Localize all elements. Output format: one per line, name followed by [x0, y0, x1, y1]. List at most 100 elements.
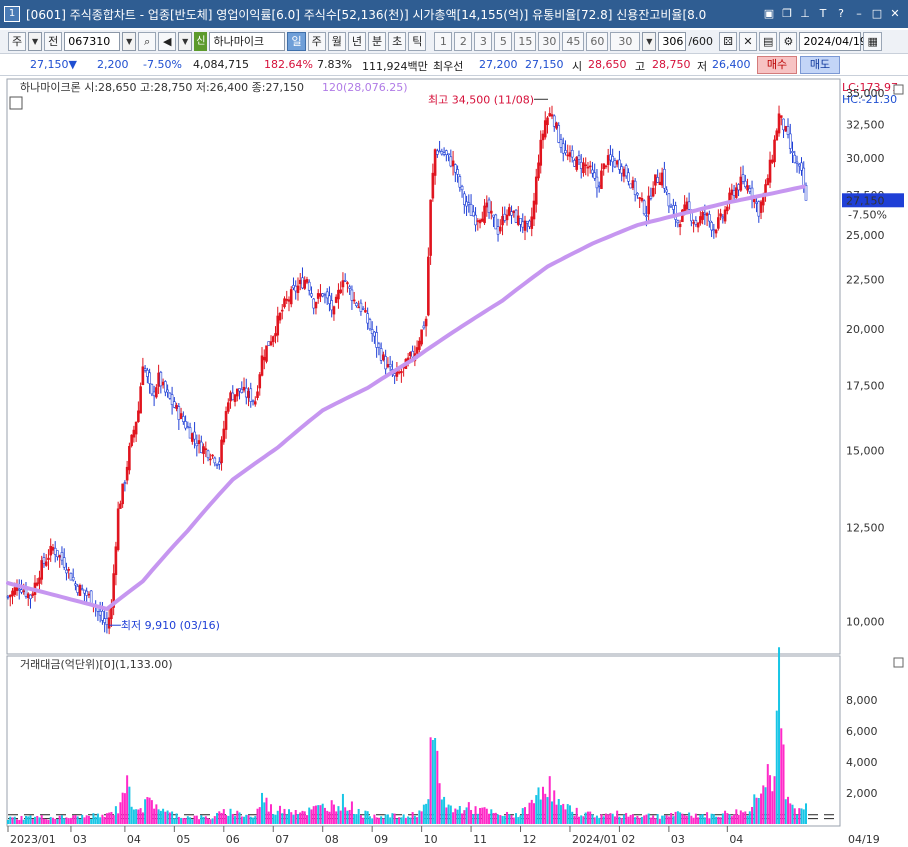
- volume-bar: [629, 814, 632, 824]
- candle-body: [80, 588, 84, 591]
- save-icon[interactable]: ▤: [759, 32, 778, 51]
- interval-5[interactable]: 5: [494, 32, 513, 51]
- volume-bar: [54, 818, 57, 824]
- minimize-icon[interactable]: –: [852, 7, 866, 21]
- close-icon[interactable]: ✕: [888, 7, 902, 21]
- period-week[interactable]: 주: [307, 32, 326, 51]
- price-axis-tick: 30,000: [846, 152, 885, 165]
- candle-body: [543, 120, 547, 138]
- period-tick[interactable]: 틱: [408, 32, 427, 51]
- chevron-down-icon[interactable]: ▼: [642, 32, 657, 51]
- calendar-icon[interactable]: ▦: [863, 32, 882, 51]
- candle-body: [150, 384, 154, 395]
- crosshair-icon[interactable]: ✕: [739, 32, 758, 51]
- volume-bar: [584, 812, 587, 824]
- stock-chart[interactable]: 하나마이크론 시:28,650 고:28,750 저:26,400 종:27,1…: [0, 77, 908, 847]
- grid-toggle-icon[interactable]: [9, 96, 23, 110]
- candle-body: [116, 508, 120, 550]
- interval-30[interactable]: 30: [538, 32, 561, 51]
- volume-bar: [249, 816, 252, 824]
- volume-bar: [42, 818, 45, 824]
- candle-body: [47, 557, 50, 560]
- search-icon[interactable]: ⌕: [138, 32, 157, 51]
- date-input[interactable]: 2024/04/19: [799, 32, 867, 51]
- pin-icon[interactable]: ⊥: [798, 7, 812, 21]
- panel-collapse-icon[interactable]: [893, 84, 904, 95]
- volume-bar: [564, 809, 567, 824]
- volume-bar: [744, 811, 747, 824]
- period-minute[interactable]: 분: [367, 32, 387, 51]
- candle-body: [440, 151, 444, 155]
- gear-icon[interactable]: ⚙: [779, 32, 798, 51]
- font-size-icon[interactable]: T: [816, 7, 830, 21]
- interval-1[interactable]: 1: [434, 32, 453, 51]
- volume-bar: [463, 810, 466, 824]
- save-layout-icon[interactable]: ▣: [762, 7, 776, 21]
- period-year[interactable]: 년: [347, 32, 366, 51]
- count-input[interactable]: 306: [658, 32, 687, 51]
- volume-bar: [521, 808, 524, 824]
- market-select[interactable]: 주: [8, 32, 27, 51]
- candle-body: [568, 152, 572, 157]
- volume-bar: [438, 783, 441, 824]
- candle-body: [251, 400, 255, 402]
- volume-bar: [346, 810, 349, 824]
- interval-3[interactable]: 3: [474, 32, 493, 51]
- candle-body: [701, 211, 704, 220]
- volume-bar: [683, 815, 686, 824]
- help-icon[interactable]: ?: [834, 7, 848, 21]
- candle-body: [22, 590, 26, 593]
- candle-body: [782, 118, 785, 131]
- candle-body: [748, 188, 752, 192]
- price-axis-tick: 20,000: [846, 323, 885, 336]
- stock-code-input[interactable]: 067310: [64, 32, 121, 51]
- chevron-down-icon[interactable]: ▼: [28, 32, 43, 51]
- volume-bar: [800, 808, 803, 824]
- candle-settings-icon[interactable]: ⚄: [719, 32, 738, 51]
- maximize-icon[interactable]: □: [870, 7, 884, 21]
- period-month[interactable]: 월: [327, 32, 346, 51]
- volume-bar: [123, 793, 126, 824]
- volume-bar: [256, 808, 259, 824]
- interval-45[interactable]: 45: [562, 32, 585, 51]
- candle-body: [588, 165, 592, 168]
- candle-body: [40, 560, 44, 580]
- candle-body: [177, 406, 181, 420]
- candle-body: [784, 126, 788, 132]
- candle-body: [314, 302, 318, 309]
- volume-bar: [276, 810, 279, 824]
- candle-body: [570, 150, 574, 158]
- volume-bar: [389, 817, 392, 824]
- prev-button[interactable]: 전: [44, 32, 63, 51]
- volume-bar: [353, 814, 356, 824]
- volume-bar: [739, 810, 742, 824]
- period-second[interactable]: 초: [388, 32, 407, 51]
- stock-name-field[interactable]: 하나마이크: [209, 32, 286, 51]
- sell-button[interactable]: 매도: [800, 56, 840, 74]
- chart-canvas[interactable]: 하나마이크론 시:28,650 고:28,750 저:26,400 종:27,1…: [0, 77, 908, 847]
- chevron-down-icon[interactable]: ▼: [122, 32, 137, 51]
- volume-bar: [24, 815, 27, 824]
- period-day[interactable]: 일: [287, 32, 306, 51]
- candle-body: [741, 174, 745, 182]
- candle-body: [242, 386, 246, 391]
- panel-collapse-icon[interactable]: [893, 657, 904, 668]
- candle-body: [400, 371, 403, 374]
- chevron-down-icon[interactable]: ▼: [178, 32, 193, 51]
- buy-button[interactable]: 매수: [757, 56, 797, 74]
- volume-bar: [18, 819, 21, 824]
- x-axis-tick: 09: [374, 833, 388, 846]
- interval-2[interactable]: 2: [454, 32, 473, 51]
- candle-body: [530, 216, 534, 229]
- candle-body: [519, 218, 522, 225]
- volume-bar: [350, 801, 353, 824]
- candle-body: [292, 285, 295, 289]
- volume-bar: [701, 814, 704, 824]
- interval-15[interactable]: 15: [514, 32, 537, 51]
- candle-body: [316, 293, 320, 299]
- interval-60[interactable]: 60: [586, 32, 609, 51]
- interval-select[interactable]: 30: [610, 32, 641, 51]
- candle-body: [350, 289, 354, 301]
- speaker-icon[interactable]: ◀: [158, 32, 177, 51]
- restore-icon[interactable]: ❐: [780, 7, 794, 21]
